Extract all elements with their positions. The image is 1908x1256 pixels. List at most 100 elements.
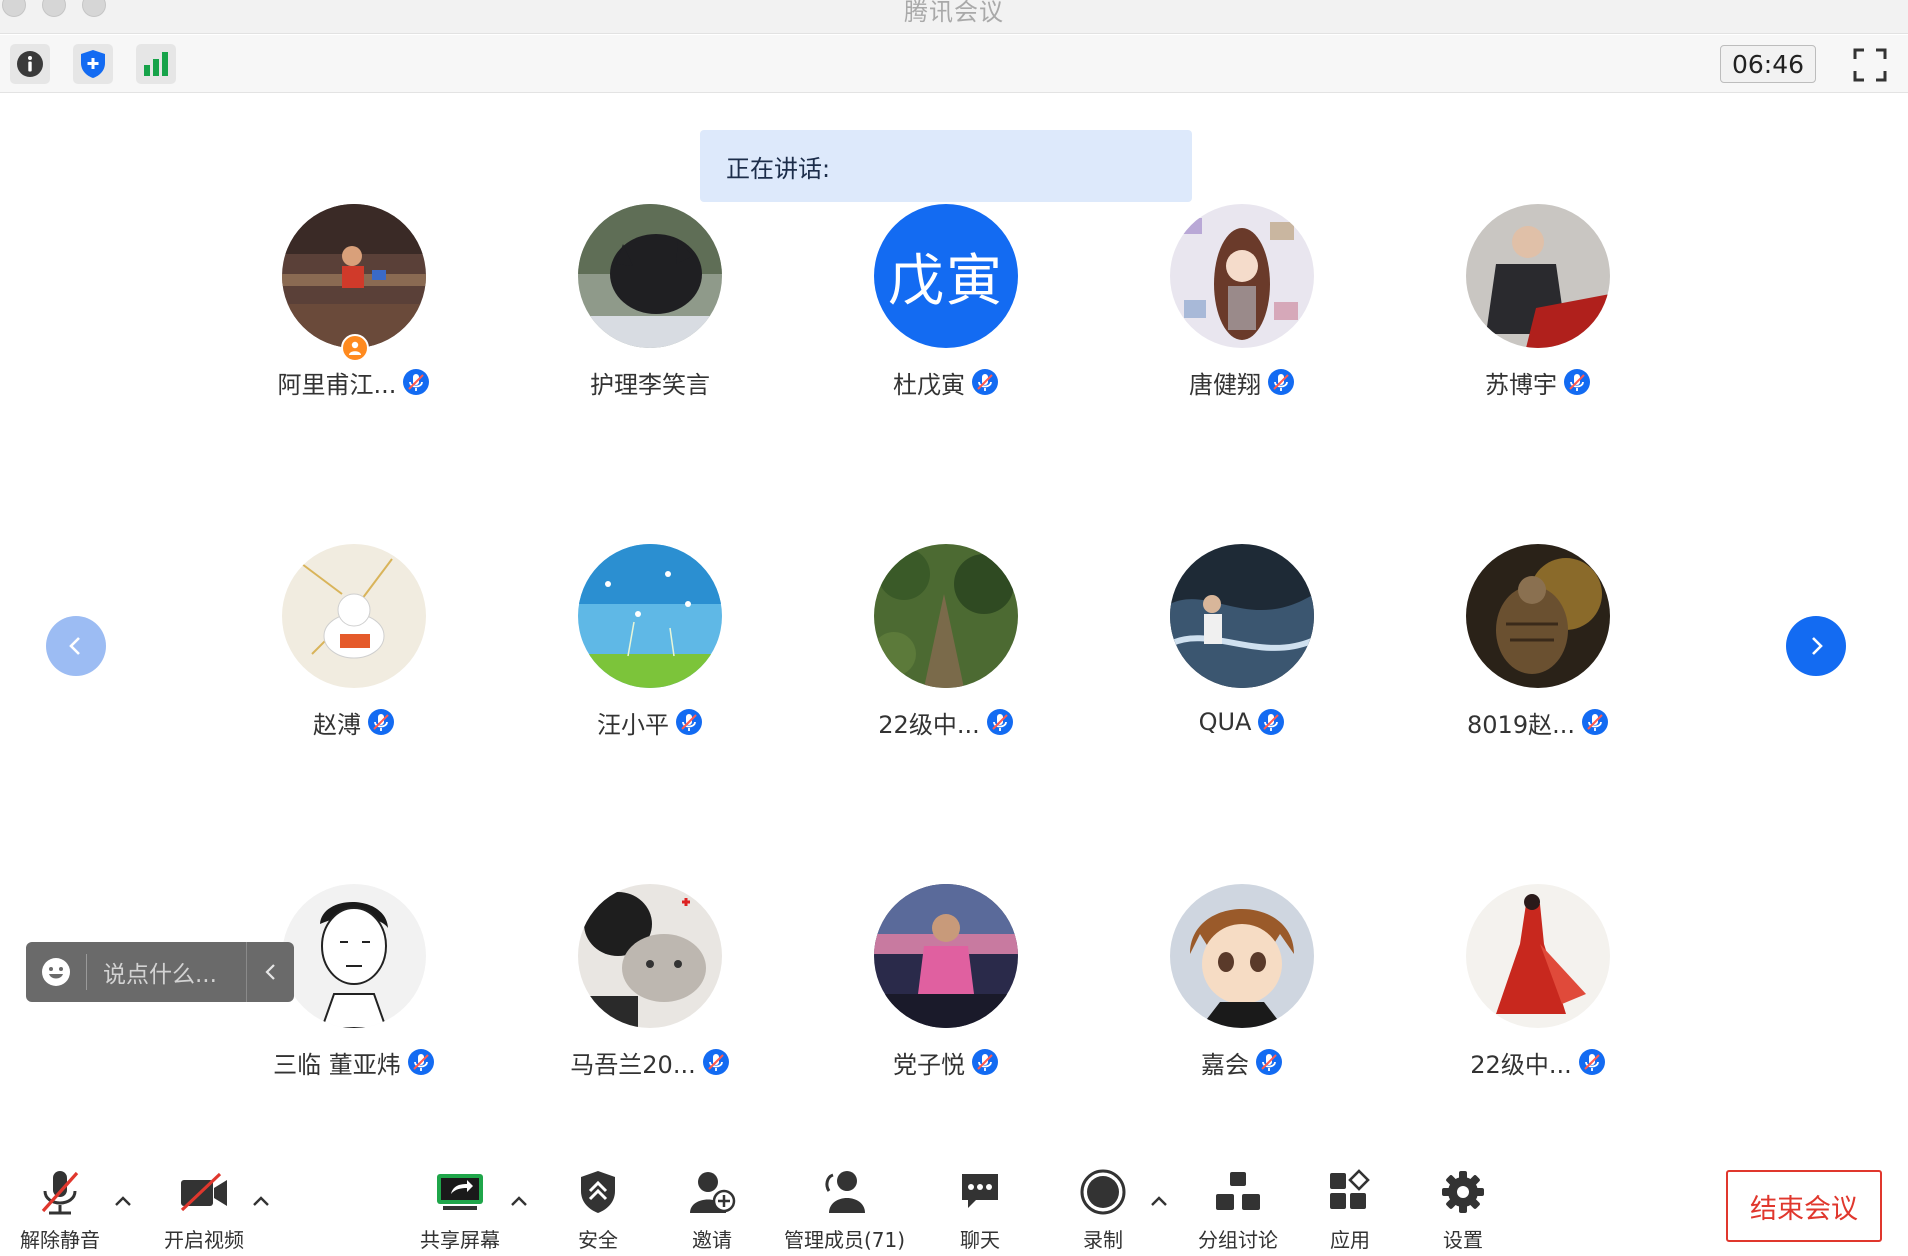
meeting-timer: 06:46 bbox=[1720, 45, 1816, 83]
security-status-button[interactable] bbox=[73, 44, 113, 84]
add-user-icon bbox=[690, 1172, 736, 1213]
participant-name: QUA bbox=[1198, 708, 1252, 736]
avatar: 戊寅 bbox=[874, 204, 1018, 348]
apps-label: 应用 bbox=[1330, 1228, 1370, 1252]
fullscreen-icon bbox=[1853, 48, 1887, 82]
participant-name: 护理李笑言 bbox=[590, 370, 710, 399]
chevron-up-icon[interactable] bbox=[1148, 1190, 1170, 1212]
avatar-image bbox=[282, 884, 426, 1028]
participant-tile[interactable]: 护理李笑言 bbox=[520, 204, 780, 424]
chat-button[interactable]: 聊天 bbox=[952, 1166, 1008, 1253]
settings-button[interactable]: 设置 bbox=[1435, 1166, 1491, 1253]
avatar-image bbox=[1170, 204, 1314, 348]
avatar-image bbox=[282, 544, 426, 688]
unmute-button[interactable]: 解除静音 bbox=[20, 1166, 100, 1253]
participant-name: 苏博宇 bbox=[1485, 370, 1557, 399]
participant-name: 22级中... bbox=[1470, 1050, 1572, 1079]
participant-name: 汪小平 bbox=[597, 710, 669, 739]
avatar-image bbox=[874, 544, 1018, 688]
participant-tile[interactable]: 嘉会 bbox=[1112, 884, 1372, 1104]
emoji-button[interactable] bbox=[26, 942, 86, 1002]
members-icon bbox=[824, 1171, 865, 1213]
chevron-left-icon bbox=[264, 964, 275, 980]
signal-bars-icon bbox=[144, 52, 168, 76]
participant-tile[interactable]: QUA bbox=[1112, 544, 1372, 764]
participant-name: 赵溥 bbox=[313, 710, 361, 739]
mic-muted-icon bbox=[407, 1049, 434, 1075]
mic-muted-icon bbox=[1258, 709, 1285, 735]
avatar bbox=[1466, 204, 1610, 348]
avatar bbox=[1170, 544, 1314, 688]
participant-tile[interactable]: 8019赵... bbox=[1408, 544, 1668, 764]
manage-members-button[interactable]: 管理成员(71) bbox=[784, 1166, 905, 1253]
participant-tile[interactable]: 22级中... bbox=[1408, 884, 1668, 1104]
meeting-window: 腾讯会议 06:46 正在讲话: 阿里甫江... 护理李笑言 戊寅 杜戊寅 唐健… bbox=[0, 0, 1908, 1256]
invite-label: 邀请 bbox=[692, 1228, 732, 1252]
chevron-left-icon bbox=[69, 637, 80, 655]
record-label: 录制 bbox=[1083, 1228, 1123, 1252]
record-button[interactable]: 录制 bbox=[1075, 1166, 1131, 1253]
avatar-image bbox=[1466, 884, 1610, 1028]
chat-label: 聊天 bbox=[960, 1228, 1000, 1252]
previous-page-button[interactable] bbox=[46, 616, 106, 676]
participant-tile[interactable]: 马吾兰20... bbox=[520, 884, 780, 1104]
participant-tile[interactable]: 赵溥 bbox=[224, 544, 484, 764]
settings-label: 设置 bbox=[1443, 1228, 1483, 1252]
participant-tile[interactable]: 唐健翔 bbox=[1112, 204, 1372, 424]
chevron-up-icon[interactable] bbox=[112, 1190, 134, 1212]
mic-muted-icon bbox=[1256, 1049, 1282, 1075]
start-video-label: 开启视频 bbox=[164, 1228, 244, 1252]
invite-button[interactable]: 邀请 bbox=[684, 1166, 740, 1253]
camera-off-icon bbox=[180, 1172, 227, 1212]
quick-chat-input[interactable]: 说点什么... bbox=[87, 955, 246, 989]
share-screen-label: 共享屏幕 bbox=[420, 1228, 500, 1252]
avatar bbox=[1170, 884, 1314, 1028]
avatar bbox=[578, 544, 722, 688]
participant-tile[interactable]: 党子悦 bbox=[816, 884, 1076, 1104]
collapse-chat-button[interactable] bbox=[246, 942, 294, 1002]
window-title: 腾讯会议 bbox=[904, 0, 1004, 26]
avatar-image bbox=[1466, 544, 1610, 688]
participant-tile[interactable]: 苏博宇 bbox=[1408, 204, 1668, 424]
apps-icon bbox=[1330, 1169, 1370, 1209]
apps-button[interactable]: 应用 bbox=[1322, 1166, 1378, 1253]
participant-name: 8019赵... bbox=[1467, 710, 1575, 739]
participant-tile[interactable]: 阿里甫江... bbox=[224, 204, 484, 424]
mic-muted-icon bbox=[702, 1049, 729, 1075]
manage-members-label: 管理成员(71) bbox=[784, 1228, 906, 1252]
start-video-button[interactable]: 开启视频 bbox=[164, 1166, 244, 1253]
participant-tile[interactable]: 22级中... bbox=[816, 544, 1076, 764]
network-status-button[interactable] bbox=[136, 44, 176, 84]
participant-name: 阿里甫江... bbox=[277, 370, 397, 399]
gear-icon bbox=[1442, 1171, 1484, 1213]
participant-tile[interactable]: 汪小平 bbox=[520, 544, 780, 764]
mic-muted-icon bbox=[368, 709, 394, 735]
chevron-up-icon[interactable] bbox=[250, 1190, 272, 1212]
breakout-rooms-button[interactable]: 分组讨论 bbox=[1198, 1166, 1278, 1253]
shield-icon bbox=[81, 50, 105, 78]
next-page-button[interactable] bbox=[1786, 616, 1846, 676]
avatar-image bbox=[578, 884, 722, 1028]
active-speaker-label: 正在讲话: bbox=[726, 154, 831, 183]
share-screen-button[interactable]: 共享屏幕 bbox=[420, 1166, 500, 1253]
security-button[interactable]: 安全 bbox=[570, 1166, 626, 1253]
avatar bbox=[874, 884, 1018, 1028]
chevron-up-icon[interactable] bbox=[508, 1190, 530, 1212]
breakout-rooms-icon bbox=[1216, 1172, 1260, 1210]
mic-muted-icon bbox=[676, 709, 702, 735]
participant-tile[interactable]: 戊寅 杜戊寅 bbox=[816, 204, 1076, 424]
mic-muted-icon bbox=[403, 369, 430, 395]
title-bar: 腾讯会议 bbox=[0, 0, 1908, 34]
end-meeting-button[interactable]: 结束会议 bbox=[1726, 1170, 1882, 1242]
fullscreen-button[interactable] bbox=[1850, 45, 1890, 85]
participant-name: 唐健翔 bbox=[1189, 370, 1261, 399]
avatar-image bbox=[282, 204, 426, 348]
participant-name: 马吾兰20... bbox=[570, 1050, 696, 1079]
mic-muted-icon bbox=[972, 1049, 998, 1075]
avatar-image bbox=[874, 884, 1018, 1028]
meeting-info-button[interactable] bbox=[10, 44, 50, 84]
avatar-image bbox=[578, 544, 722, 688]
mic-muted-icon bbox=[1581, 709, 1608, 735]
avatar bbox=[282, 204, 426, 348]
top-toolbar: 06:46 bbox=[0, 35, 1908, 93]
